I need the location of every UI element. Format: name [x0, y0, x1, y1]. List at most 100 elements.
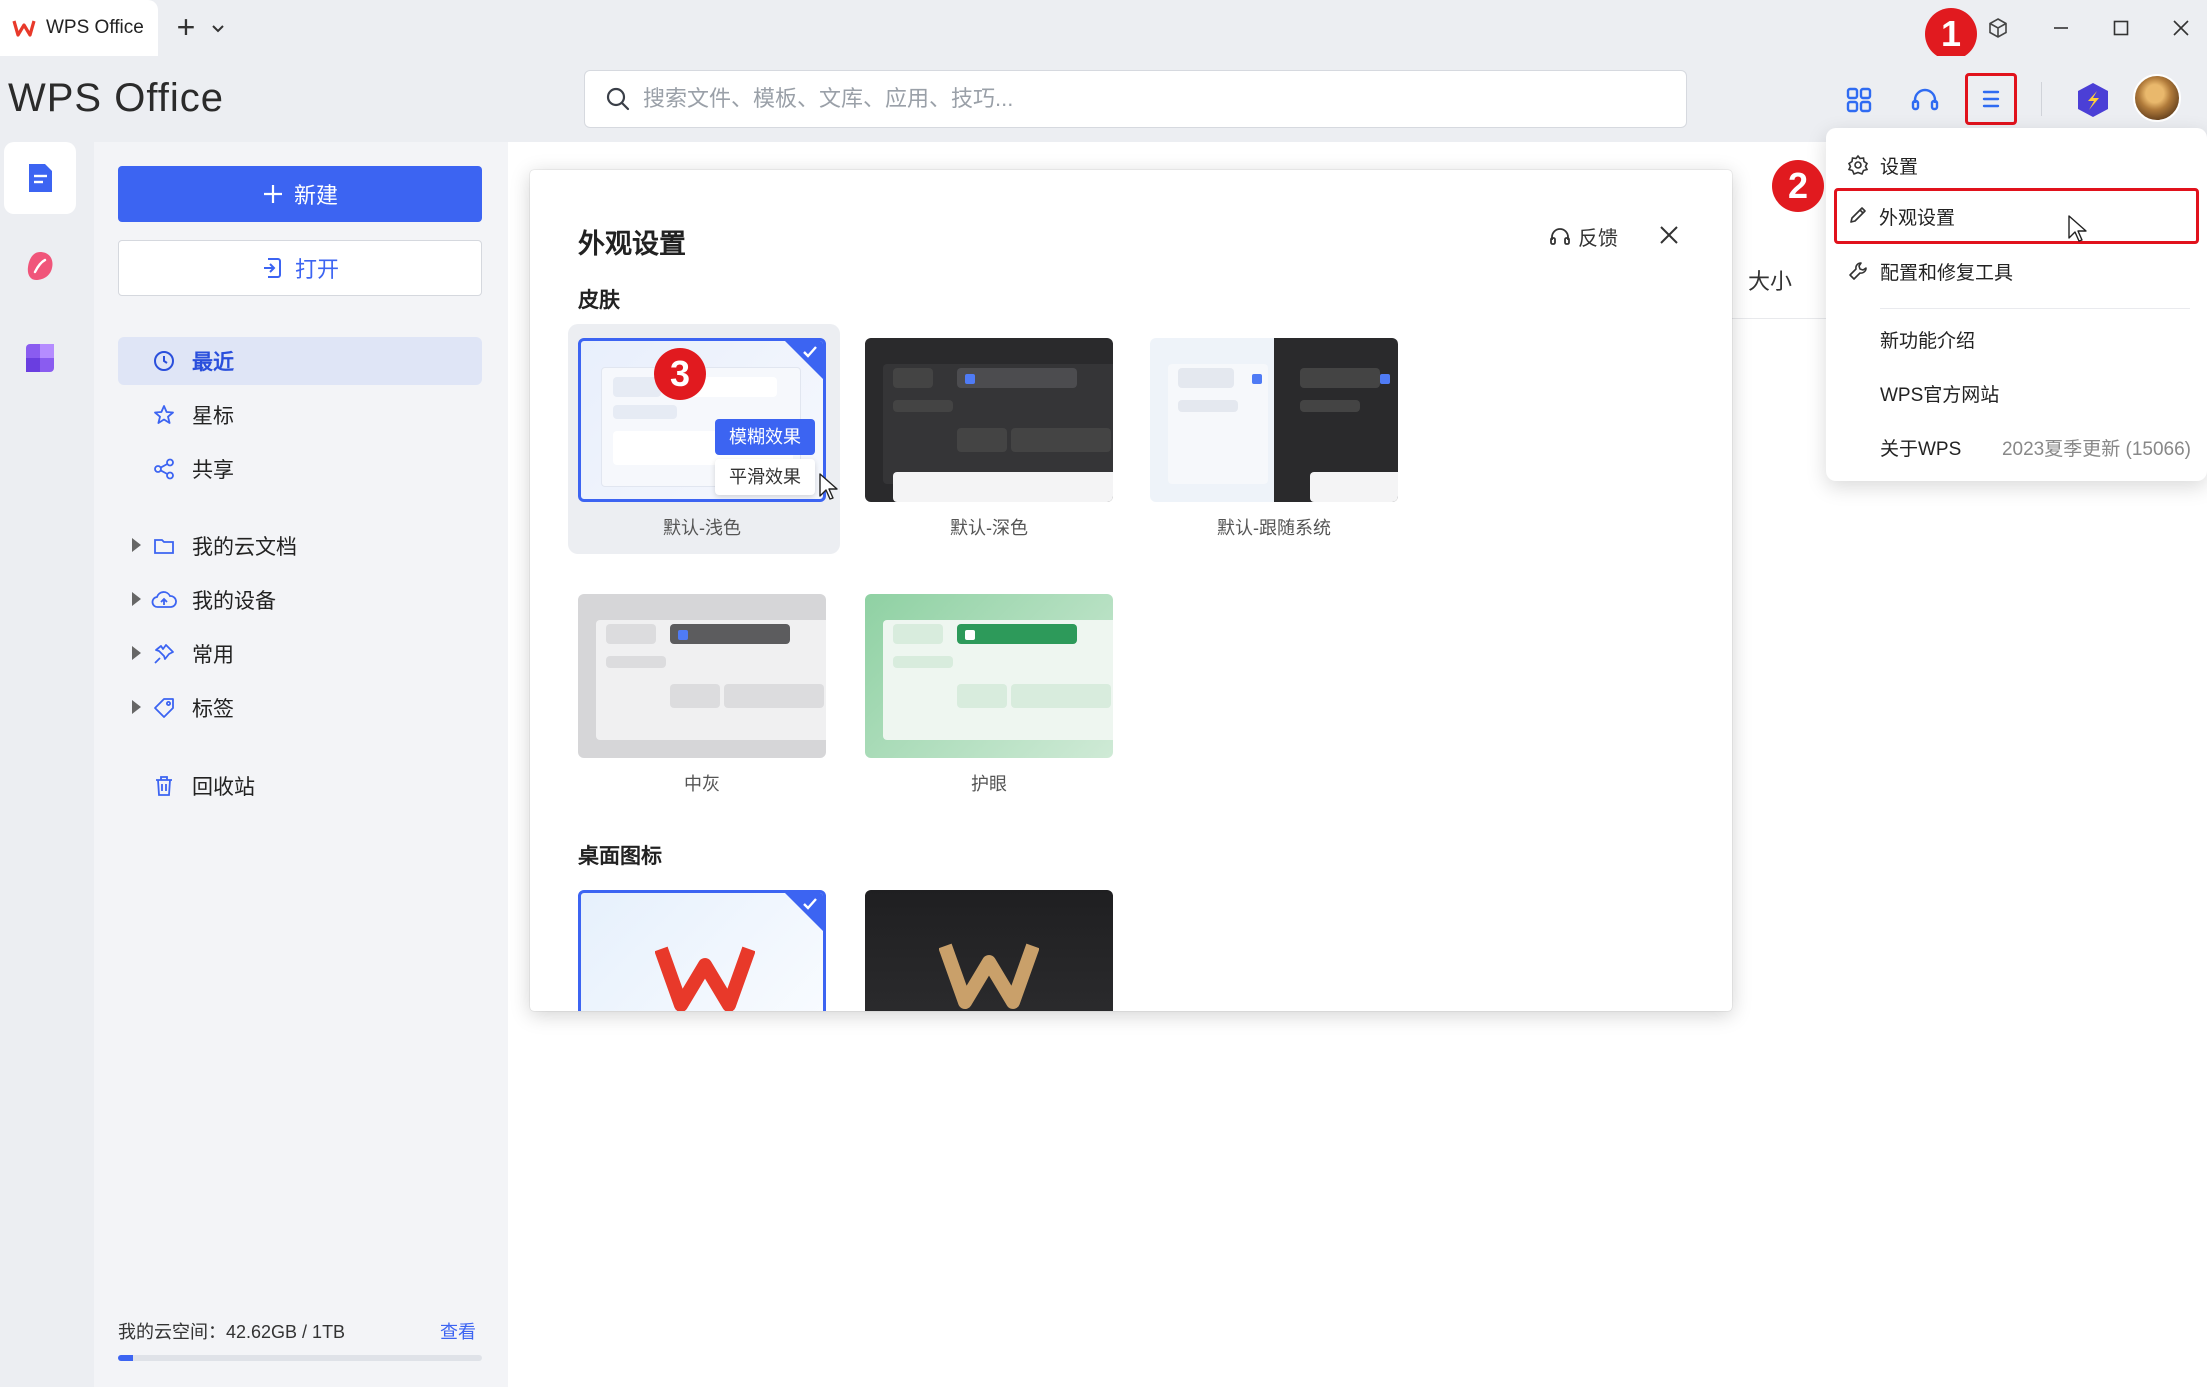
menu-item-repair-tools[interactable]: 配置和修复工具 — [1826, 244, 2207, 298]
skin-default-dark[interactable] — [865, 338, 1113, 502]
tab-title: WPS Office — [46, 17, 144, 38]
brand-logo: WPS Office — [8, 75, 224, 120]
rail-apps-icon[interactable] — [4, 322, 76, 394]
plus-icon — [263, 185, 282, 203]
rail-docs-icon[interactable] — [4, 142, 76, 214]
wps-logo-icon — [12, 20, 36, 37]
wps-logo-icon — [655, 946, 755, 1011]
tree-cloud-docs[interactable]: 我的云文档 — [118, 522, 482, 570]
desktop-icon-section-title: 桌面图标 — [578, 845, 662, 868]
nav-trash[interactable]: 回收站 — [118, 762, 482, 810]
tree-frequent[interactable]: 常用 — [118, 630, 482, 678]
menu-item-official-site[interactable]: WPS官方网站 — [1826, 366, 2207, 420]
search-icon — [606, 87, 630, 111]
annotation-badge-3: 3 — [654, 348, 706, 400]
chevron-down-icon[interactable] — [208, 16, 228, 40]
new-button-label: 新建 — [293, 183, 338, 208]
skin-label: 默认-浅色 — [663, 518, 741, 538]
menu-item-label: 新功能介绍 — [1880, 330, 1976, 352]
title-bar — [0, 0, 2207, 56]
tree-my-devices[interactable]: 我的设备 — [118, 576, 482, 624]
main-menu-button[interactable] — [1965, 73, 2017, 125]
open-button-label: 打开 — [294, 257, 339, 282]
size-column-header[interactable]: 大小 — [1748, 264, 1792, 296]
skin-eye-care[interactable] — [865, 594, 1113, 758]
menu-item-label: 关于WPS — [1880, 438, 1962, 460]
pin-icon — [150, 640, 178, 668]
nav-recent-label: 最近 — [192, 351, 234, 374]
star-icon — [150, 401, 178, 429]
new-button[interactable]: 新建 — [118, 166, 482, 222]
hamburger-icon — [1982, 90, 2000, 108]
nav-trash-label: 回收站 — [192, 776, 255, 799]
mouse-cursor-icon — [2068, 215, 2087, 242]
menu-separator — [1880, 308, 2190, 309]
search-bar[interactable] — [584, 70, 1687, 128]
share-icon — [150, 455, 178, 483]
storage-label: 我的云空间：42.62GB / 1TB — [118, 1322, 346, 1342]
mouse-cursor-icon — [819, 473, 838, 500]
annotation-badge-1: 1 — [1925, 8, 1977, 60]
new-tab-button[interactable]: + — [170, 11, 202, 44]
skin-label: 默认-跟随系统 — [1217, 518, 1331, 538]
feedback-button[interactable]: 反馈 — [1548, 222, 1618, 251]
check-icon — [803, 346, 817, 358]
cube-icon[interactable] — [1980, 12, 2016, 44]
tab-wps-office[interactable]: WPS Office — [0, 0, 158, 56]
menu-item-about[interactable]: 关于WPS 2023夏季更新 (15066) — [1826, 420, 2207, 474]
dialog-title: 外观设置 — [578, 229, 686, 259]
membership-icon[interactable] — [2071, 78, 2115, 122]
menu-item-label: 配置和修复工具 — [1880, 262, 2014, 284]
main-menu-dropdown: 设置 外观设置 配置和修复工具 新功能介绍 WPS官方网站 关于WPS 2023… — [1826, 128, 2207, 481]
appearance-dialog: 外观设置 反馈 皮肤 模糊效果 平滑效果 默认-浅色 3 默认-深色 默认-跟随… — [530, 170, 1732, 1011]
storage-progress — [118, 1355, 482, 1361]
user-avatar[interactable] — [2133, 74, 2181, 122]
nav-shared[interactable]: 共享 — [118, 445, 482, 493]
storage-view-link[interactable]: 查看 — [440, 1318, 476, 1344]
skin-section-title: 皮肤 — [578, 289, 620, 312]
expand-arrow-icon[interactable] — [132, 646, 141, 660]
wps-gold-logo-icon — [939, 943, 1039, 1009]
skin-follow-system[interactable] — [1150, 338, 1398, 502]
nav-recent[interactable]: 最近 — [118, 337, 482, 385]
desktop-icon-gold[interactable] — [865, 890, 1113, 1011]
expand-arrow-icon[interactable] — [132, 700, 141, 714]
annotation-badge-2: 2 — [1772, 160, 1824, 212]
maximize-button[interactable] — [2103, 12, 2139, 44]
expand-arrow-icon[interactable] — [132, 592, 141, 606]
tree-frequent-label: 常用 — [192, 644, 234, 667]
open-file-icon — [263, 258, 281, 278]
feedback-label: 反馈 — [1578, 228, 1618, 250]
menu-item-whats-new[interactable]: 新功能介绍 — [1826, 312, 2207, 366]
minimize-button[interactable] — [2043, 12, 2079, 44]
expand-arrow-icon[interactable] — [132, 538, 141, 552]
close-icon[interactable] — [1654, 220, 1684, 250]
headset-icon — [1550, 227, 1570, 245]
menu-item-appearance[interactable]: 外观设置 — [1834, 188, 2199, 244]
apps-grid-icon[interactable] — [1837, 78, 1881, 122]
rail-pdf-icon[interactable] — [4, 230, 76, 302]
search-input[interactable] — [643, 86, 1643, 112]
skin-medium-gray[interactable] — [578, 594, 826, 758]
version-text: 2023夏季更新 (15066) — [2001, 438, 2191, 460]
headset-icon[interactable] — [1903, 78, 1947, 122]
tree-tags[interactable]: 标签 — [118, 684, 482, 732]
tree-my-devices-label: 我的设备 — [192, 590, 276, 613]
blur-effect-option[interactable]: 模糊效果 — [715, 419, 815, 455]
wrench-icon — [1846, 259, 1870, 283]
close-window-button[interactable] — [2163, 12, 2199, 44]
smooth-effect-option[interactable]: 平滑效果 — [715, 459, 815, 495]
menu-item-label: 外观设置 — [1879, 207, 1956, 229]
menu-item-settings[interactable]: 设置 — [1826, 138, 2207, 192]
trash-icon — [150, 772, 178, 800]
tree-tags-label: 标签 — [192, 698, 234, 721]
skin-label: 护眼 — [971, 774, 1007, 794]
cloud-device-icon — [150, 586, 178, 614]
skin-label: 中灰 — [684, 774, 720, 794]
desktop-icon-color[interactable] — [578, 890, 826, 1011]
brush-icon — [1845, 204, 1869, 228]
check-icon — [803, 898, 817, 910]
open-button[interactable]: 打开 — [118, 240, 482, 296]
nav-shared-label: 共享 — [192, 459, 234, 482]
nav-starred[interactable]: 星标 — [118, 391, 482, 439]
